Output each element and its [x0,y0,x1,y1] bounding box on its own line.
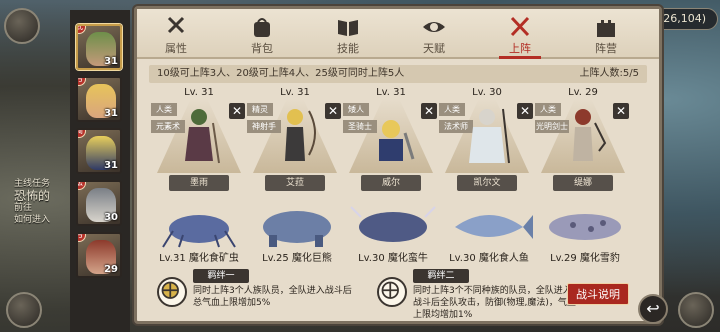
bond-two-title: 羁绊二 [413,269,469,283]
hero-level: Lv. 31 [280,87,310,98]
hero-sprite [185,109,220,164]
deploy-info: 10级可上阵3人、20级可上阵4人、25级可同时上阵5人 上阵人数:5/5 [149,65,647,83]
pet-label: Lv.30 魔化食人鱼 [449,253,529,264]
player-avatar[interactable] [4,8,40,44]
quest-line: 如何进入 [14,215,51,225]
pet-slot-2[interactable]: Lv.25 魔化巨熊 [247,201,347,264]
pet-label: Lv.29 魔化雪豹 [550,253,620,264]
crossed-swords-icon [510,16,530,37]
pet-sprite [350,206,436,242]
hero-sprite [469,108,510,164]
hero-level: Lv. 30 [472,87,502,98]
hero-slot-2[interactable]: Lv. 31 精灵 神射手 ✕ 艾菈 [247,87,343,191]
bag-icon [254,18,270,37]
tab-talent[interactable]: 天赋 [405,13,463,57]
class-badge: 武 [78,26,86,34]
eye-icon [423,22,445,32]
return-arrow-icon: ↩ [646,299,660,318]
map-button[interactable] [6,292,42,328]
pet-label: Lv.31 魔化食矿虫 [159,253,239,264]
pet-slot-4[interactable]: Lv.30 魔化食人鱼 [439,201,539,264]
pet-slot-3[interactable]: Lv.30 魔化蛮牛 [343,201,443,264]
hero-slot-1[interactable]: Lv. 31 人类 元素术 ✕ 墨雨 [151,87,247,191]
character-tab-2[interactable]: 弓 31 [76,76,122,122]
hero-slot-4[interactable]: Lv. 30 人类 法术师 ✕ 凯尔文 [439,87,535,191]
hero-level: Lv. 31 [184,87,214,98]
character-level: 31 [104,108,118,119]
character-tab-3[interactable]: 骑 31 [76,128,122,174]
tab-bar: 属性 背包 技能 天赋 上阵 阵营 [137,9,659,59]
hero-name: 艾菈 [265,175,325,191]
book-icon [338,20,358,36]
hero-sprite [379,120,415,161]
bond-one-title: 羁绊一 [193,269,249,283]
cross-circle-icon [381,281,399,299]
hero-name: 威尔 [361,175,421,191]
hero-level: Lv. 29 [568,87,598,98]
bond-two-icon[interactable] [377,277,407,307]
bond-one-icon[interactable] [157,277,187,307]
character-level: 31 [104,56,118,67]
deploy-count: 上阵人数:5/5 [579,68,639,79]
pet-slot-1[interactable]: Lv.31 魔化食矿虫 [149,201,249,264]
back-button[interactable]: ↩ [638,294,668,324]
quest-line: 恐怖的 [14,189,51,203]
cross-circle-icon [161,281,179,299]
pet-sprite [455,215,533,239]
pet-sprite [162,215,236,248]
menu-button[interactable] [678,292,714,328]
pet-slot-5[interactable]: Lv.29 魔化雪豹 [535,201,635,264]
remove-button[interactable]: ✕ [229,103,245,119]
character-level: 30 [104,212,118,223]
character-column: 武 31 弓 31 骑 31 法 30 弓 29 [70,10,130,332]
quest-tracker[interactable]: 主线任务 恐怖的 前往 如何进入 [14,178,64,226]
character-tab-4[interactable]: 法 30 [76,180,122,226]
pet-sprite [263,211,331,247]
sword-shield-icon [167,16,185,34]
bond-one-description: 同时上阵3个人族队员，全队进入战斗后 总气血上限增加5% [193,286,352,308]
pet-label: Lv.25 魔化巨熊 [262,253,332,264]
bond-two-description: 同时上阵3个不同种族的队员，全队进入 战斗后全队攻击，防御(物理,魔法)，气血 … [413,286,576,320]
battle-description-button[interactable]: 战斗说明 [567,283,629,305]
tab-skills[interactable]: 技能 [319,13,377,57]
tab-camp[interactable]: 阵营 [577,13,635,57]
castle-icon [597,20,615,37]
bond-section: 羁绊一 同时上阵3个人族队员，全队进入战斗后 总气血上限增加5% 羁绊二 同时上… [143,267,653,320]
hero-name: 缇娜 [553,175,613,191]
pet-label: Lv.30 魔化蛮牛 [358,253,428,264]
hero-sprite [285,109,316,161]
class-badge: 骑 [78,130,86,138]
tab-deploy[interactable]: 上阵 [491,13,549,59]
remove-button[interactable]: ✕ [517,103,533,119]
remove-button[interactable]: ✕ [421,103,437,119]
tab-attributes[interactable]: 属性 [147,13,205,57]
character-level: 29 [104,264,118,275]
deploy-panel: 属性 背包 技能 天赋 上阵 阵营 10级可上阵3人、20级可上阵4人、25级可… [134,6,662,324]
class-badge: 弓 [78,234,86,242]
remove-button[interactable]: ✕ [325,103,341,119]
class-badge: 法 [78,182,86,190]
deploy-rule: 10级可上阵3人、20级可上阵4人、25级可同时上阵5人 [157,68,405,79]
character-level: 31 [104,160,118,171]
hero-name: 凯尔文 [457,175,517,191]
tab-bag[interactable]: 背包 [233,13,291,57]
hero-slot-3[interactable]: Lv. 31 矮人 圣骑士 ✕ 威尔 [343,87,439,191]
class-badge: 弓 [78,78,86,86]
hero-name: 墨雨 [169,175,229,191]
hero-slot-5[interactable]: Lv. 29 人类 光明剑士 ✕ 缇娜 [535,87,631,191]
remove-button[interactable]: ✕ [613,103,629,119]
pet-sprite [549,214,621,240]
quest-line: 前往 [14,203,33,213]
hero-level: Lv. 31 [376,87,406,98]
character-tab-5[interactable]: 弓 29 [76,232,122,278]
character-tab-1[interactable]: 武 31 [76,24,122,70]
hero-sprite [573,109,607,161]
